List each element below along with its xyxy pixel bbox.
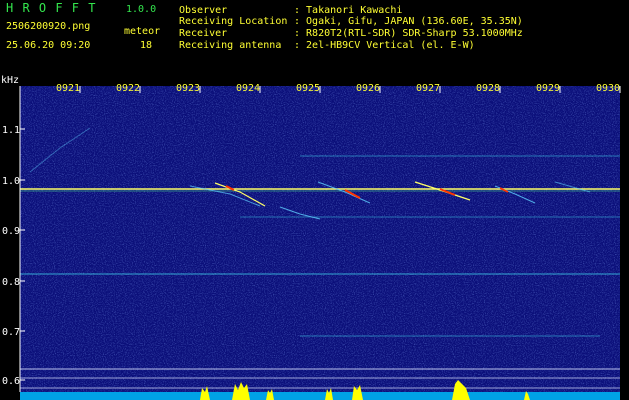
time-label: 0929 — [536, 83, 560, 94]
filename: 2506200920.png — [6, 21, 91, 32]
time-label: 0922 — [116, 83, 140, 94]
y-tick-label: 0.6 — [2, 376, 20, 387]
time-label: 0928 — [476, 83, 500, 94]
antenna-label: Receiving antenna — [179, 40, 282, 51]
y-tick-label: 0.8 — [2, 277, 20, 288]
header: H R O F F T 1.0.0 2506200920.png meteor … — [0, 0, 629, 72]
antenna-value: : 2el-HB9CV Vertical (el. E-W) — [294, 40, 475, 51]
y-tick-label: 1.1 — [2, 125, 20, 136]
time-label: 0930 — [596, 83, 620, 94]
y-tick-label: 0.7 — [2, 327, 20, 338]
level-baseline — [20, 392, 620, 400]
spectrogram: kHz 1.1 1.0 0.9 0.8 0.7 0.6 0921 0922 09… — [1, 75, 621, 400]
receiver-value: : R820T2(RTL-SDR) SDR-Sharp 53.1000MHz — [294, 28, 523, 39]
y-tick-label: 1.0 — [2, 176, 20, 187]
app-name: H R O F F T — [6, 1, 97, 15]
time-label: 0927 — [416, 83, 440, 94]
location-value: : Ogaki, Gifu, JAPAN (136.60E, 35.35N) — [294, 16, 523, 27]
location-label: Receiving Location — [179, 16, 288, 27]
time-label: 0926 — [356, 83, 380, 94]
y-tick-label: 0.9 — [2, 226, 20, 237]
meteor-count: 18 — [140, 40, 153, 51]
time-label: 0921 — [56, 83, 80, 94]
time-label: 0925 — [296, 83, 320, 94]
receiver-label: Receiver — [179, 28, 228, 39]
time-label: 0923 — [176, 83, 200, 94]
time-label: 0924 — [236, 83, 260, 94]
y-axis-unit: kHz — [1, 75, 19, 86]
noise-texture — [20, 86, 620, 392]
meteor-label: meteor — [124, 26, 161, 37]
datetime: 25.06.20 09:20 — [6, 40, 91, 51]
app-version: 1.0.0 — [126, 4, 157, 15]
